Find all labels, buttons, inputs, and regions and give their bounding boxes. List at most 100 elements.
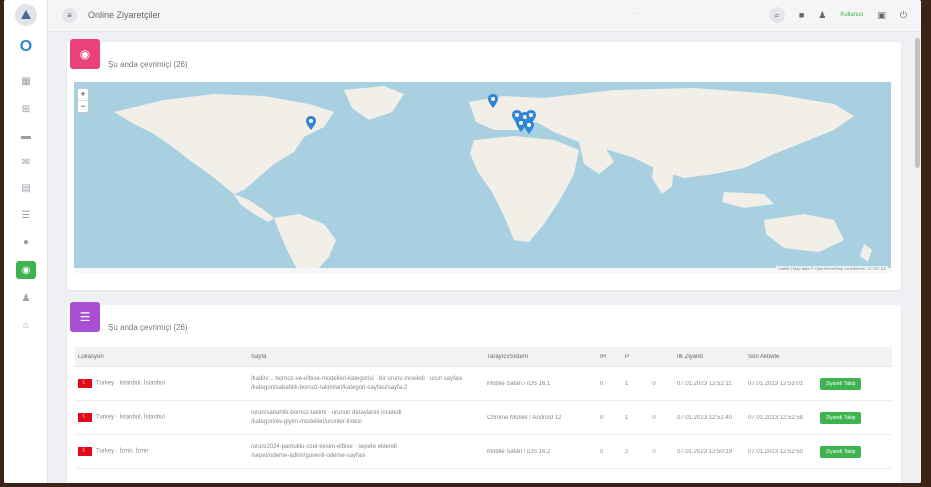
location-icon: ◉ xyxy=(21,264,31,276)
visitor-last-activity: 07.01.2023 12:53:01 xyxy=(748,380,804,387)
basket-icon: ⌂ xyxy=(22,319,30,331)
page-title: Online Ziyaretçiler xyxy=(88,10,161,20)
visitor-browser: Chrome Mobile / Android 12 xyxy=(487,414,562,421)
column-header-p[interactable]: P xyxy=(622,354,674,360)
user-name-label[interactable]: Kullanıcı xyxy=(840,12,863,18)
apps-button[interactable]: ■ xyxy=(799,10,804,20)
visitor-page-secondary[interactable]: /kategori/ev-giyim-modelleri/urunler-lis… xyxy=(251,418,484,427)
hamburger-icon: ≡ xyxy=(67,11,72,20)
column-header-last-activity[interactable]: Son Aktivite xyxy=(745,354,817,360)
list-icon: ☰ xyxy=(21,209,31,221)
visitor-location: Turkey · Istanbul, İstanbul xyxy=(96,380,165,387)
chat-icon: ▬ xyxy=(21,130,31,142)
sidebar-item-online-visitors[interactable]: ◉ xyxy=(16,261,36,279)
map-pin-icon[interactable] xyxy=(524,120,534,134)
visitor-page-secondary[interactable]: /kategori/sabahlik-bornoz-takimlari/kate… xyxy=(251,384,484,393)
track-visit-button[interactable]: Ziyareti Takip xyxy=(820,411,862,424)
map-card-title: Şu anda çevrimiçi (26) xyxy=(108,60,188,69)
circle-icon: ● xyxy=(22,236,30,248)
visitor-page[interactable]: /kadin/... bornoz-ve-elbise-modelleri-ka… xyxy=(251,375,484,384)
app-window: O ▦ ⊞ ▬ ✉ ▤ ☰ ● ◉ ♟ ⌂ ≡ Online Ziyaretçi… xyxy=(4,0,921,483)
cart-icon: ⊞ xyxy=(21,103,31,115)
sidebar: O ▦ ⊞ ▬ ✉ ▤ ☰ ● ◉ ♟ ⌂ xyxy=(4,0,48,483)
visitor-first-visit: 07.01.2023 12:52:11 xyxy=(677,380,732,387)
logo-icon xyxy=(21,10,31,19)
page-scrollbar[interactable] xyxy=(914,32,921,483)
visitor-page[interactable]: /urun/sabahlik-bornoz-takimi · urunun de… xyxy=(251,409,484,418)
sidebar-item-list[interactable]: ☰ xyxy=(16,206,36,224)
map-landmass xyxy=(74,86,891,273)
column-header-first-visit[interactable]: İlk Ziyaret xyxy=(674,354,745,360)
visitor-page-secondary[interactable]: /sepet/odeme-adimi/guvenli-odeme-sayfasi xyxy=(251,452,484,461)
sidebar-item-messages[interactable]: ▬ xyxy=(16,127,36,145)
visitor-first-visit: 07.01.2023 12:51:40 xyxy=(677,414,733,421)
power-icon: ⏻ xyxy=(899,9,907,20)
visitor-ih: 0 xyxy=(600,414,604,421)
column-header-ih[interactable]: IH xyxy=(597,354,622,360)
visitors-card-title: Şu anda çevrimiçi (26) xyxy=(108,323,188,332)
visitor-extra: 0 xyxy=(652,414,656,421)
map-marker-icon: ◉ xyxy=(70,39,100,69)
visitor-last-activity: 07.01.2023 12:52:58 xyxy=(748,414,804,421)
sidebar-item-settings[interactable]: ● xyxy=(16,233,36,251)
power-button[interactable]: ⏻ xyxy=(900,10,907,21)
visitor-ih: 0 xyxy=(600,448,604,455)
topbar: ≡ Online Ziyaretçiler ··· ⌕ ■ ♟ Kullanıc… xyxy=(48,0,921,32)
visitor-browser: Mobile Safari / iOS 16.2 xyxy=(487,448,551,455)
table-row: ☾ Turkey · İzmir, İzmir /urun/2024-pamukl… xyxy=(75,435,892,469)
column-header-location[interactable]: Lokasyon xyxy=(75,354,248,360)
user-icon: ♟ xyxy=(818,9,827,20)
map-card: ◉ Şu anda çevrimiçi (26) + − Leaflet | M… xyxy=(67,39,901,290)
search-button[interactable]: ⌕ xyxy=(768,7,785,23)
user-icon: ♟ xyxy=(21,292,31,304)
world-map[interactable]: + − Leaflet | Map data © OpenStreetMap c… xyxy=(74,82,891,273)
brand-icon[interactable]: O xyxy=(16,38,36,56)
visitor-ih: 0 xyxy=(600,380,604,387)
visitors-card: ☰ Şu anda çevrimiçi (26) Lokasyon Sayfa … xyxy=(67,302,901,483)
sidebar-item-reports[interactable]: ▤ xyxy=(16,179,36,197)
track-visit-button[interactable]: Ziyareti Takip xyxy=(820,445,862,458)
search-icon: ⌕ xyxy=(774,9,780,20)
grid-icon: ▦ xyxy=(21,75,31,87)
zoom-out-button[interactable]: − xyxy=(78,101,88,112)
table-row: ☾ Turkey · Istanbul, İstanbul /urun/sabah… xyxy=(75,401,892,435)
grid-icon: ■ xyxy=(798,10,805,20)
sidebar-item-orders[interactable]: ⊞ xyxy=(16,100,36,118)
visitor-browser: Mobile Safari / iOS 16.1 xyxy=(487,380,551,387)
track-visit-button[interactable]: Ziyareti Takip xyxy=(820,377,862,390)
logo[interactable] xyxy=(15,4,37,26)
mail-icon: ✉ xyxy=(21,156,31,168)
list-icon: ☰ xyxy=(70,302,100,332)
visitor-location: Turkey · Istanbul, İstanbul xyxy=(96,414,165,421)
visitors-table: Lokasyon Sayfa Tarayıcı/Sistem IH P İlk … xyxy=(75,347,892,469)
visitor-p: 1 xyxy=(625,414,629,421)
lock-button[interactable]: ▣ xyxy=(877,10,886,21)
scrollbar-thumb[interactable] xyxy=(915,38,920,168)
map-pin-icon[interactable] xyxy=(306,116,316,130)
visitor-p: 1 xyxy=(625,380,629,387)
lock-icon: ▣ xyxy=(877,9,886,20)
profile-button[interactable]: ♟ xyxy=(818,10,826,21)
visitor-first-visit: 07.01.2023 12:50:19 xyxy=(677,448,733,455)
map-pin-icon[interactable] xyxy=(488,94,498,108)
visitor-page[interactable]: /urun/2024-pamuklu-ozel-kesim-elbise · s… xyxy=(251,443,484,452)
map-attribution[interactable]: Leaflet | Map data © OpenStreetMap contr… xyxy=(775,266,888,271)
column-header-browser[interactable]: Tarayıcı/Sistem xyxy=(484,354,597,360)
table-header: Lokasyon Sayfa Tarayıcı/Sistem IH P İlk … xyxy=(75,347,892,367)
column-header-page[interactable]: Sayfa xyxy=(248,354,484,360)
document-icon: ▤ xyxy=(21,182,31,194)
menu-toggle-button[interactable]: ≡ xyxy=(62,8,77,23)
turkey-flag-icon: ☾ xyxy=(78,379,92,388)
sidebar-item-shop[interactable]: ⌂ xyxy=(16,316,36,334)
sidebar-item-dashboard[interactable]: ▦ xyxy=(16,72,36,90)
sidebar-item-mail[interactable]: ✉ xyxy=(16,153,36,171)
sidebar-item-users[interactable]: ♟ xyxy=(16,289,36,307)
turkey-flag-icon: ☾ xyxy=(78,447,92,456)
visitor-extra: 0 xyxy=(652,448,656,455)
visitor-location: Turkey · İzmir, İzmir xyxy=(96,448,149,455)
visitor-last-activity: 07.01.2023 12:52:50 xyxy=(748,448,804,455)
visitor-p: 2 xyxy=(625,448,629,455)
table-row: ☾ Turkey · Istanbul, İstanbul /kadin/... … xyxy=(75,367,892,401)
zoom-in-button[interactable]: + xyxy=(78,89,88,101)
zoom-control: + − xyxy=(77,88,89,113)
